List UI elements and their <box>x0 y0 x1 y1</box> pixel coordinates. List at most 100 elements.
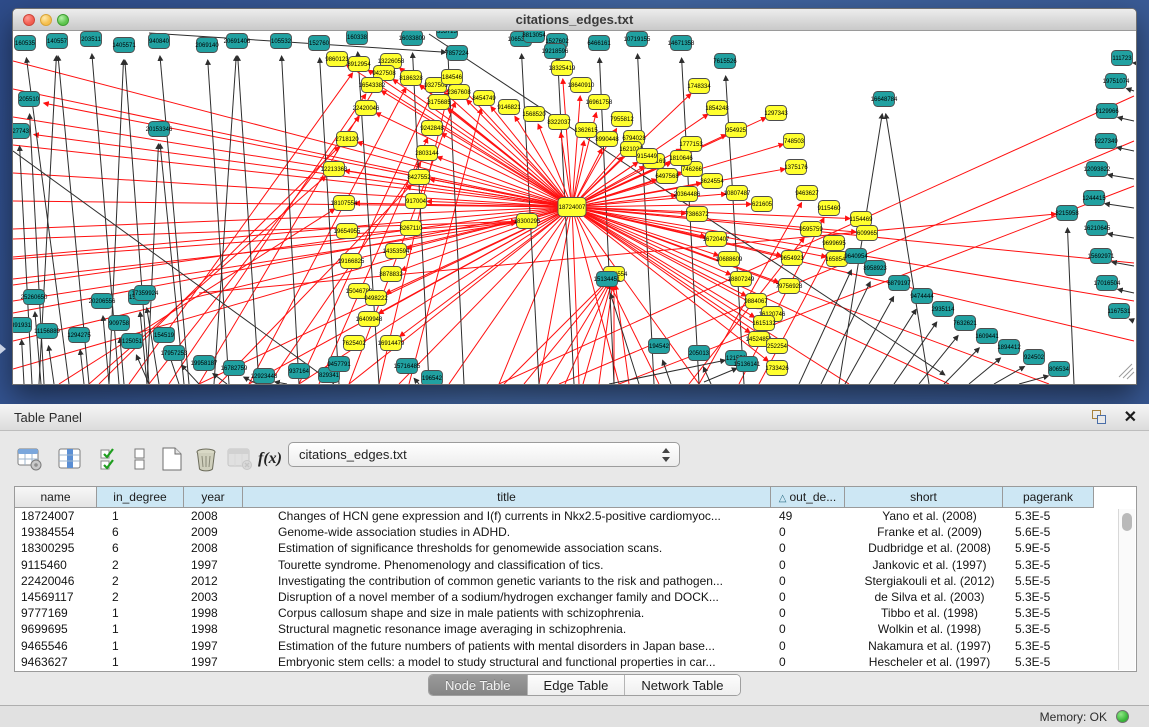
cell-title[interactable]: Estimation of the future numbers of pati… <box>246 638 775 654</box>
cell-year[interactable]: 2012 <box>186 573 246 589</box>
cell-short[interactable]: Jankovic et al. (1997) <box>850 557 1009 573</box>
cell-pagerank[interactable]: 5.3E-5 <box>1009 557 1101 573</box>
cell-in_degree[interactable]: 1 <box>98 638 186 654</box>
graph-node[interactable]: 8454749 <box>472 91 496 106</box>
table-row[interactable]: 946362711997Embryonic stem cells: a mode… <box>15 654 1101 670</box>
graph-node[interactable]: 7955812 <box>610 112 634 127</box>
cell-name[interactable]: 9115460 <box>15 557 98 573</box>
graph-node[interactable]: 8267110 <box>400 221 424 236</box>
graph-node[interactable]: 10719155 <box>624 32 651 47</box>
graph-node[interactable]: 12923448 <box>251 369 278 384</box>
graph-node[interactable]: 1854248 <box>705 101 729 116</box>
graph-node[interactable]: 1568520 <box>522 107 546 122</box>
cell-year[interactable]: 2008 <box>186 540 246 556</box>
graph-node[interactable]: 8878832 <box>379 267 403 282</box>
graph-node[interactable]: 160535 <box>15 36 36 51</box>
graph-node[interactable]: 15692971 <box>1088 249 1115 264</box>
tab-edge-table[interactable]: Edge Table <box>528 675 626 695</box>
graph-node[interactable]: 1615132 <box>752 316 776 331</box>
graph-node[interactable]: 1748334 <box>687 79 711 94</box>
cell-year[interactable]: 1997 <box>186 557 246 573</box>
create-new-column-icon[interactable] <box>158 445 186 473</box>
graph-node[interactable]: 748503 <box>784 134 805 149</box>
cell-title[interactable]: Changes of HCN gene expression and I(f) … <box>246 508 775 524</box>
graph-node[interactable]: 16720407 <box>703 232 730 247</box>
cell-pagerank[interactable]: 5.9E-5 <box>1009 540 1101 556</box>
graph-node[interactable]: 2935114 <box>932 302 956 317</box>
graph-node[interactable]: 154519 <box>154 328 175 343</box>
graph-node[interactable]: 9654923 <box>780 251 804 266</box>
cell-title[interactable]: Genome-wide association studies in ADHD. <box>246 524 775 540</box>
cell-name[interactable]: 9699695 <box>15 621 98 637</box>
graph-node[interactable]: 9860123 <box>325 52 349 67</box>
graph-node[interactable]: 20691406 <box>224 34 251 49</box>
graph-node[interactable]: 1362615 <box>574 123 598 138</box>
table-row[interactable]: 969969511998Structural magnetic resonanc… <box>15 621 1101 637</box>
graph-node[interactable]: 12213363 <box>321 162 348 177</box>
graph-node[interactable]: 25260650 <box>21 290 48 305</box>
cell-in_degree[interactable]: 1 <box>98 605 186 621</box>
graph-node[interactable]: 7615526 <box>713 54 737 69</box>
cell-pagerank[interactable]: 5.6E-5 <box>1009 524 1101 540</box>
graph-node[interactable]: 205013 <box>689 346 710 361</box>
graph-node[interactable]: 8215958 <box>1055 206 1079 221</box>
close-panel-icon[interactable]: ✕ <box>1124 407 1137 427</box>
table-row[interactable]: 1872400712008Changes of HCN gene express… <box>15 508 1101 524</box>
cell-out_de[interactable]: 0 <box>775 524 850 540</box>
graph-node[interactable]: 19218596 <box>542 44 569 59</box>
show-columns-icon[interactable] <box>56 445 84 473</box>
table-settings-icon[interactable] <box>16 445 44 473</box>
cell-out_de[interactable]: 0 <box>775 573 850 589</box>
table-row[interactable]: 1456911722003Disruption of a novel membe… <box>15 589 1101 605</box>
graph-node[interactable]: 8990448 <box>595 132 619 147</box>
graph-node[interactable]: 1167531 <box>1108 304 1132 319</box>
table-row[interactable]: 946554611997Estimation of the future num… <box>15 638 1101 654</box>
window-resize-grip[interactable] <box>1119 364 1134 379</box>
cell-name[interactable]: 18300295 <box>15 540 98 556</box>
cell-year[interactable]: 1997 <box>186 638 246 654</box>
cell-title[interactable]: Corpus callosum shape and size in male p… <box>246 605 775 621</box>
graph-node[interactable]: 16914479 <box>378 336 405 351</box>
cell-in_degree[interactable]: 2 <box>98 557 186 573</box>
cell-short[interactable]: Dudbridge et al. (2008) <box>850 540 1009 556</box>
cell-name[interactable]: 9465546 <box>15 638 98 654</box>
column-header-name[interactable]: name <box>15 487 97 508</box>
graph-node[interactable]: 16961758 <box>586 95 613 110</box>
graph-node[interactable]: 7857224 <box>445 46 469 61</box>
cell-short[interactable]: Yano et al. (2008) <box>850 508 1009 524</box>
graph-node[interactable]: 127743 <box>13 124 30 139</box>
graph-node[interactable]: 11156889 <box>34 324 60 339</box>
cell-title[interactable]: Investigating the contribution of common… <box>246 573 775 589</box>
graph-node[interactable]: 9457791 <box>327 357 351 372</box>
graph-node[interactable]: 79756928 <box>776 279 803 294</box>
graph-node[interactable]: 8958923 <box>863 261 887 276</box>
graph-node[interactable]: 19958187 <box>191 356 218 371</box>
cell-short[interactable]: Franke et al. (2009) <box>850 524 1009 540</box>
table-row[interactable]: 1938455462009Genome-wide association stu… <box>15 524 1101 540</box>
tab-network-table[interactable]: Network Table <box>625 675 739 695</box>
cell-name[interactable]: 9463627 <box>15 654 98 670</box>
cell-year[interactable]: 2009 <box>186 524 246 540</box>
cell-pagerank[interactable]: 5.3E-5 <box>1009 654 1101 670</box>
graph-node[interactable]: 9115460 <box>818 201 842 216</box>
cell-name[interactable]: 9777169 <box>15 605 98 621</box>
cell-name[interactable]: 19384554 <box>15 524 98 540</box>
select-all-columns-icon[interactable] <box>96 445 124 473</box>
table-row[interactable]: 1830029562008Estimation of significance … <box>15 540 1101 556</box>
graph-node[interactable]: 9640954 <box>844 249 868 264</box>
graph-node[interactable]: 12093822 <box>1084 162 1111 177</box>
graph-node[interactable]: 18807249 <box>728 272 755 287</box>
graph-node[interactable]: 1733426 <box>765 361 789 376</box>
graph-node[interactable]: 15134451 <box>594 272 621 287</box>
graph-node[interactable]: 2803144 <box>415 146 439 161</box>
cell-short[interactable]: Stergiakouli et al. (2012) <box>850 573 1009 589</box>
float-panel-icon[interactable] <box>1092 410 1107 425</box>
graph-node[interactable]: 16648784 <box>871 92 898 107</box>
graph-node[interactable]: 1244415 <box>1082 191 1106 206</box>
graph-node[interactable]: 7632621 <box>953 316 977 331</box>
cell-in_degree[interactable]: 6 <box>98 540 186 556</box>
column-header-year[interactable]: year <box>184 487 243 508</box>
scrollbar-thumb[interactable] <box>1122 513 1132 531</box>
graph-node[interactable]: 2718120 <box>335 132 359 147</box>
delete-columns-icon[interactable] <box>192 445 220 473</box>
